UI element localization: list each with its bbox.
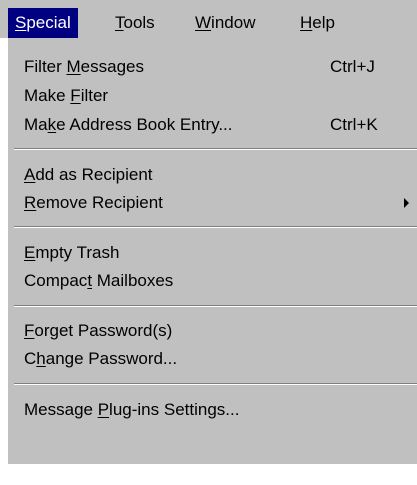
filter-messages-label: Filter Messages [24, 57, 144, 76]
make-address-book-entry-label: Make Address Book Entry... [24, 115, 233, 134]
submenu-arrow-icon [404, 198, 409, 208]
message-plugins-settings-label: Message Plug-ins Settings... [24, 400, 240, 419]
menu-item-filter-messages[interactable]: Filter Messages Ctrl+J [24, 52, 414, 82]
separator [14, 383, 417, 385]
change-password-label: Change Password... [24, 349, 178, 368]
menu-tools-mnemonic: T [115, 13, 124, 32]
menu-item-make-address-book-entry[interactable]: Make Address Book Entry... Ctrl+K [24, 110, 414, 140]
menu-item-empty-trash[interactable]: Empty Trash [24, 238, 414, 268]
menu-item-change-password[interactable]: Change Password... [24, 344, 414, 374]
menu-special-label-rest: pecial [26, 13, 71, 32]
menu-item-message-plugins-settings[interactable]: Message Plug-ins Settings... [24, 395, 414, 425]
menu-item-add-as-recipient[interactable]: Add as Recipient [24, 160, 414, 190]
make-address-book-entry-shortcut: Ctrl+K [330, 115, 378, 134]
menu-window[interactable]: Window [188, 8, 262, 38]
menu-help[interactable]: Help [293, 8, 342, 38]
menu-item-compact-mailboxes[interactable]: Compact Mailboxes [24, 266, 414, 296]
menu-tools[interactable]: Tools [108, 8, 162, 38]
special-dropdown-menu: Filter Messages Ctrl+J Make Filter Make … [6, 38, 417, 464]
menu-special[interactable]: Special [8, 8, 78, 38]
menu-bar: Special Tools Window Help [0, 0, 417, 38]
menu-window-mnemonic: W [195, 13, 212, 32]
menu-special-mnemonic: S [15, 13, 27, 32]
menu-window-label-rest: indow [211, 13, 256, 32]
separator [14, 148, 417, 150]
remove-recipient-label: Remove Recipient [24, 193, 163, 212]
menu-help-mnemonic: H [300, 13, 313, 32]
filter-messages-shortcut: Ctrl+J [330, 57, 375, 76]
separator [14, 226, 417, 228]
make-filter-label: Make Filter [24, 86, 109, 105]
add-as-recipient-label: Add as Recipient [24, 165, 153, 184]
menu-item-forget-passwords[interactable]: Forget Password(s) [24, 316, 414, 346]
menu-bar-left-edge [0, 0, 8, 38]
forget-passwords-label: Forget Password(s) [24, 321, 173, 340]
menu-item-remove-recipient[interactable]: Remove Recipient [24, 188, 414, 218]
separator [14, 305, 417, 307]
menu-help-label-rest: elp [312, 13, 335, 32]
menu-tools-label-rest: ools [123, 13, 155, 32]
menu-item-make-filter[interactable]: Make Filter [24, 81, 414, 111]
empty-trash-label: Empty Trash [24, 243, 120, 262]
compact-mailboxes-label: Compact Mailboxes [24, 271, 174, 290]
